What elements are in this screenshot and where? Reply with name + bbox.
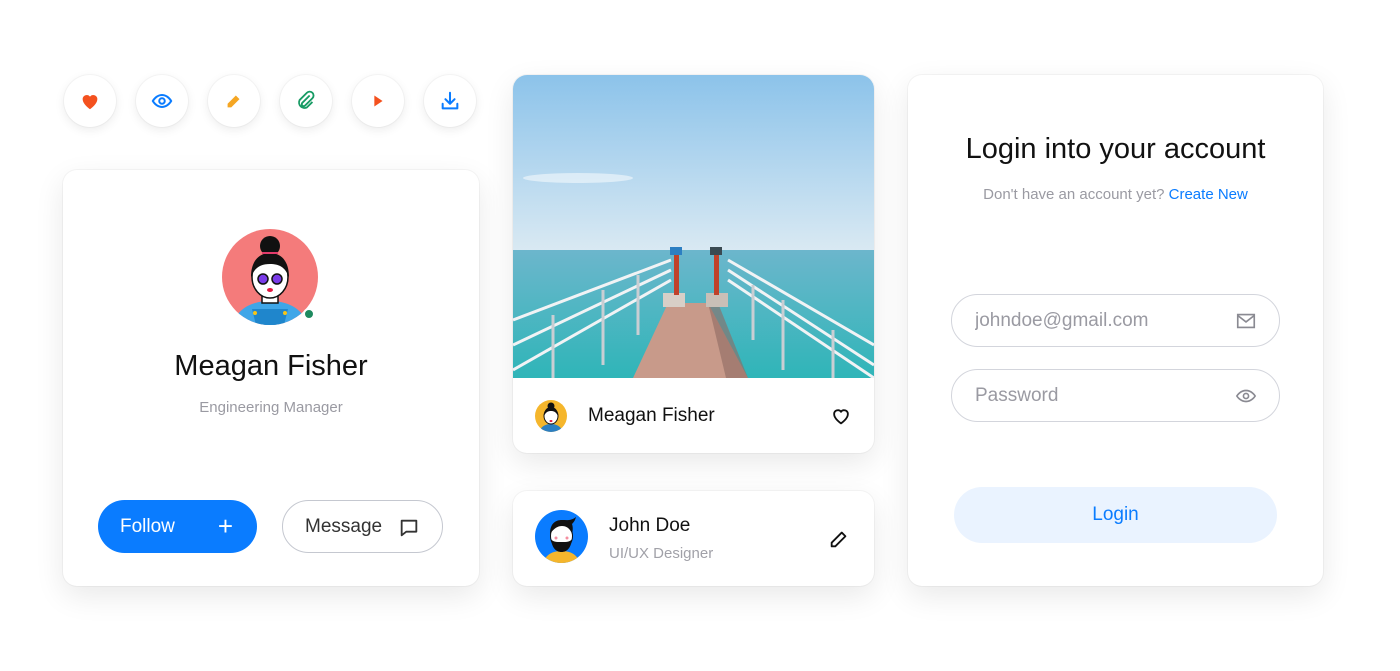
follow-label: Follow (120, 515, 175, 537)
author-avatar (535, 400, 567, 432)
mail-icon (1236, 313, 1256, 329)
pencil-icon (227, 95, 240, 108)
login-card: Login into your account Don't have an ac… (908, 75, 1323, 586)
user-name: John Doe (609, 515, 691, 536)
attach-button[interactable] (280, 75, 332, 127)
view-button[interactable] (136, 75, 188, 127)
message-button[interactable]: Message (282, 500, 443, 553)
follow-button[interactable]: Follow + (98, 500, 257, 553)
edit-button[interactable] (208, 75, 260, 127)
user-role: UI/UX Designer (609, 545, 714, 562)
password-input[interactable] (975, 370, 1225, 421)
password-field[interactable] (951, 369, 1280, 422)
play-button[interactable] (352, 75, 404, 127)
login-button[interactable]: Login (954, 487, 1277, 543)
eye-icon[interactable] (1235, 385, 1257, 407)
heart-icon (82, 95, 98, 110)
pencil-outline-icon[interactable] (828, 528, 850, 550)
online-status-indicator (303, 308, 315, 320)
profile-card: Meagan Fisher Engineering Manager Follow… (63, 170, 479, 586)
signup-prompt-text: Don't have an account yet? (983, 186, 1165, 203)
message-label: Message (305, 515, 383, 537)
author-name: Meagan Fisher (588, 405, 715, 426)
profile-name: Meagan Fisher (174, 350, 368, 382)
photo-post-card: Meagan Fisher (513, 75, 874, 453)
user-avatar (535, 510, 588, 563)
eye-icon (151, 94, 173, 108)
plus-icon: + (217, 511, 233, 541)
chat-icon (400, 519, 418, 537)
download-icon (441, 91, 459, 110)
play-icon (374, 95, 383, 107)
heart-outline-icon[interactable] (830, 405, 852, 427)
paperclip-icon (298, 90, 315, 109)
post-photo[interactable] (513, 75, 874, 378)
like-button[interactable] (64, 75, 116, 127)
create-new-link[interactable]: Create New (1169, 186, 1248, 203)
signup-prompt: Don't have an account yet? Create New (908, 186, 1323, 203)
profile-role: Engineering Manager (199, 399, 343, 416)
download-button[interactable] (424, 75, 476, 127)
login-title: Login into your account (965, 133, 1266, 165)
email-input[interactable] (975, 295, 1225, 346)
user-card: John Doe UI/UX Designer (513, 491, 874, 586)
email-field[interactable] (951, 294, 1280, 347)
